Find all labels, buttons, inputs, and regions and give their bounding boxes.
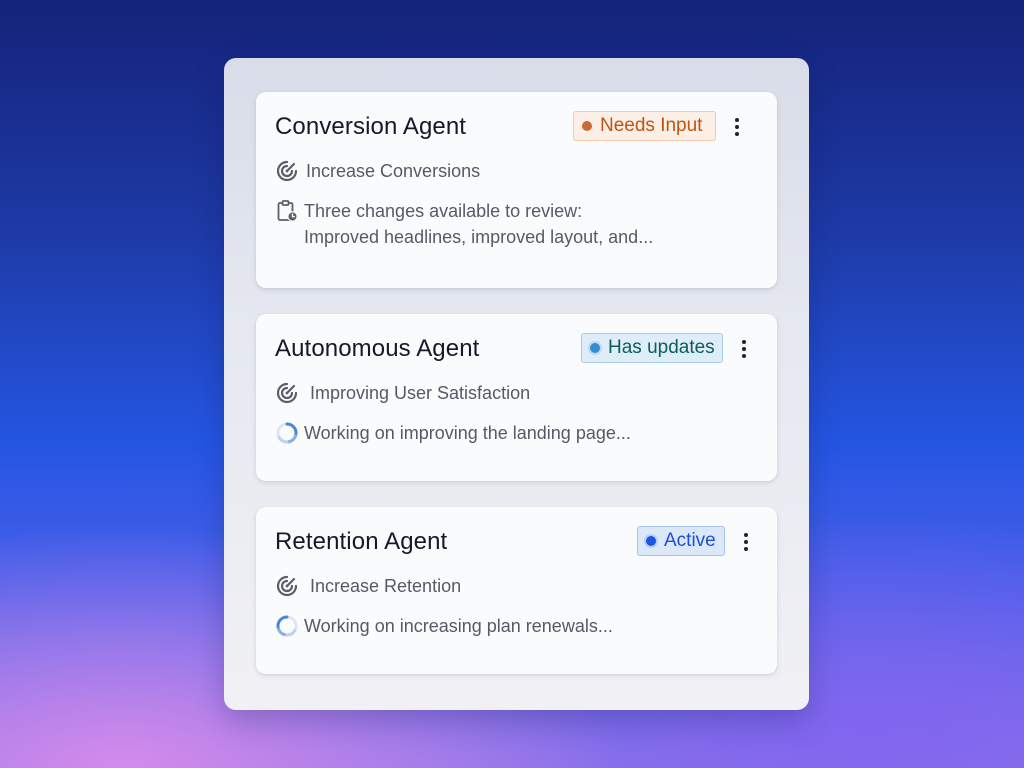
more-options-icon[interactable] xyxy=(736,533,756,551)
agent-title: Autonomous Agent xyxy=(275,335,480,362)
more-options-icon[interactable] xyxy=(727,118,747,136)
agent-status: Working on improving the landing page... xyxy=(275,420,631,446)
agent-goal-label: Increase Conversions xyxy=(306,161,481,181)
agent-status: Three changes available to review: Impro… xyxy=(275,198,653,250)
agent-status-line: Three changes available to review: xyxy=(304,201,583,221)
agent-status-line: Working on increasing plan renewals... xyxy=(304,616,613,636)
loading-spinner-icon xyxy=(276,422,298,444)
agent-title: Conversion Agent xyxy=(275,113,467,140)
status-badge: Has updates xyxy=(581,333,723,363)
agent-status-line: Working on improving the landing page... xyxy=(304,423,631,443)
status-badge: Needs Input xyxy=(573,111,716,141)
status-badge-label: Needs Input xyxy=(600,115,703,136)
status-badge-label: Active xyxy=(664,530,716,551)
status-badge-label: Has updates xyxy=(608,337,715,358)
agent-status-line: Improved headlines, improved layout, and… xyxy=(304,227,654,247)
status-badge: Active xyxy=(637,526,725,556)
agent-title: Retention Agent xyxy=(275,528,448,555)
agent-status: Working on increasing plan renewals... xyxy=(275,613,613,639)
agent-goal: Improving User Satisfaction xyxy=(275,380,530,406)
target-icon xyxy=(276,382,298,404)
agent-card-autonomous[interactable]: Autonomous Agent Has updates Improving U… xyxy=(256,314,777,481)
status-dot-icon xyxy=(582,121,592,131)
agents-panel: Conversion Agent Needs Input Increase Co… xyxy=(224,58,809,710)
target-icon xyxy=(276,575,298,597)
loading-spinner-icon xyxy=(276,615,298,637)
agent-goal: Increase Conversions xyxy=(275,158,480,184)
agent-card-conversion[interactable]: Conversion Agent Needs Input Increase Co… xyxy=(256,92,777,288)
status-dot-icon xyxy=(646,536,656,546)
status-dot-icon xyxy=(590,343,600,353)
agent-goal-label: Increase Retention xyxy=(310,576,462,596)
more-options-icon[interactable] xyxy=(734,340,754,358)
agent-goal-label: Improving User Satisfaction xyxy=(310,383,531,403)
agent-goal: Increase Retention xyxy=(275,573,461,599)
agent-card-retention[interactable]: Retention Agent Active Increase Retentio… xyxy=(256,507,777,674)
target-icon xyxy=(276,160,298,182)
clipboard-clock-icon xyxy=(277,200,298,222)
